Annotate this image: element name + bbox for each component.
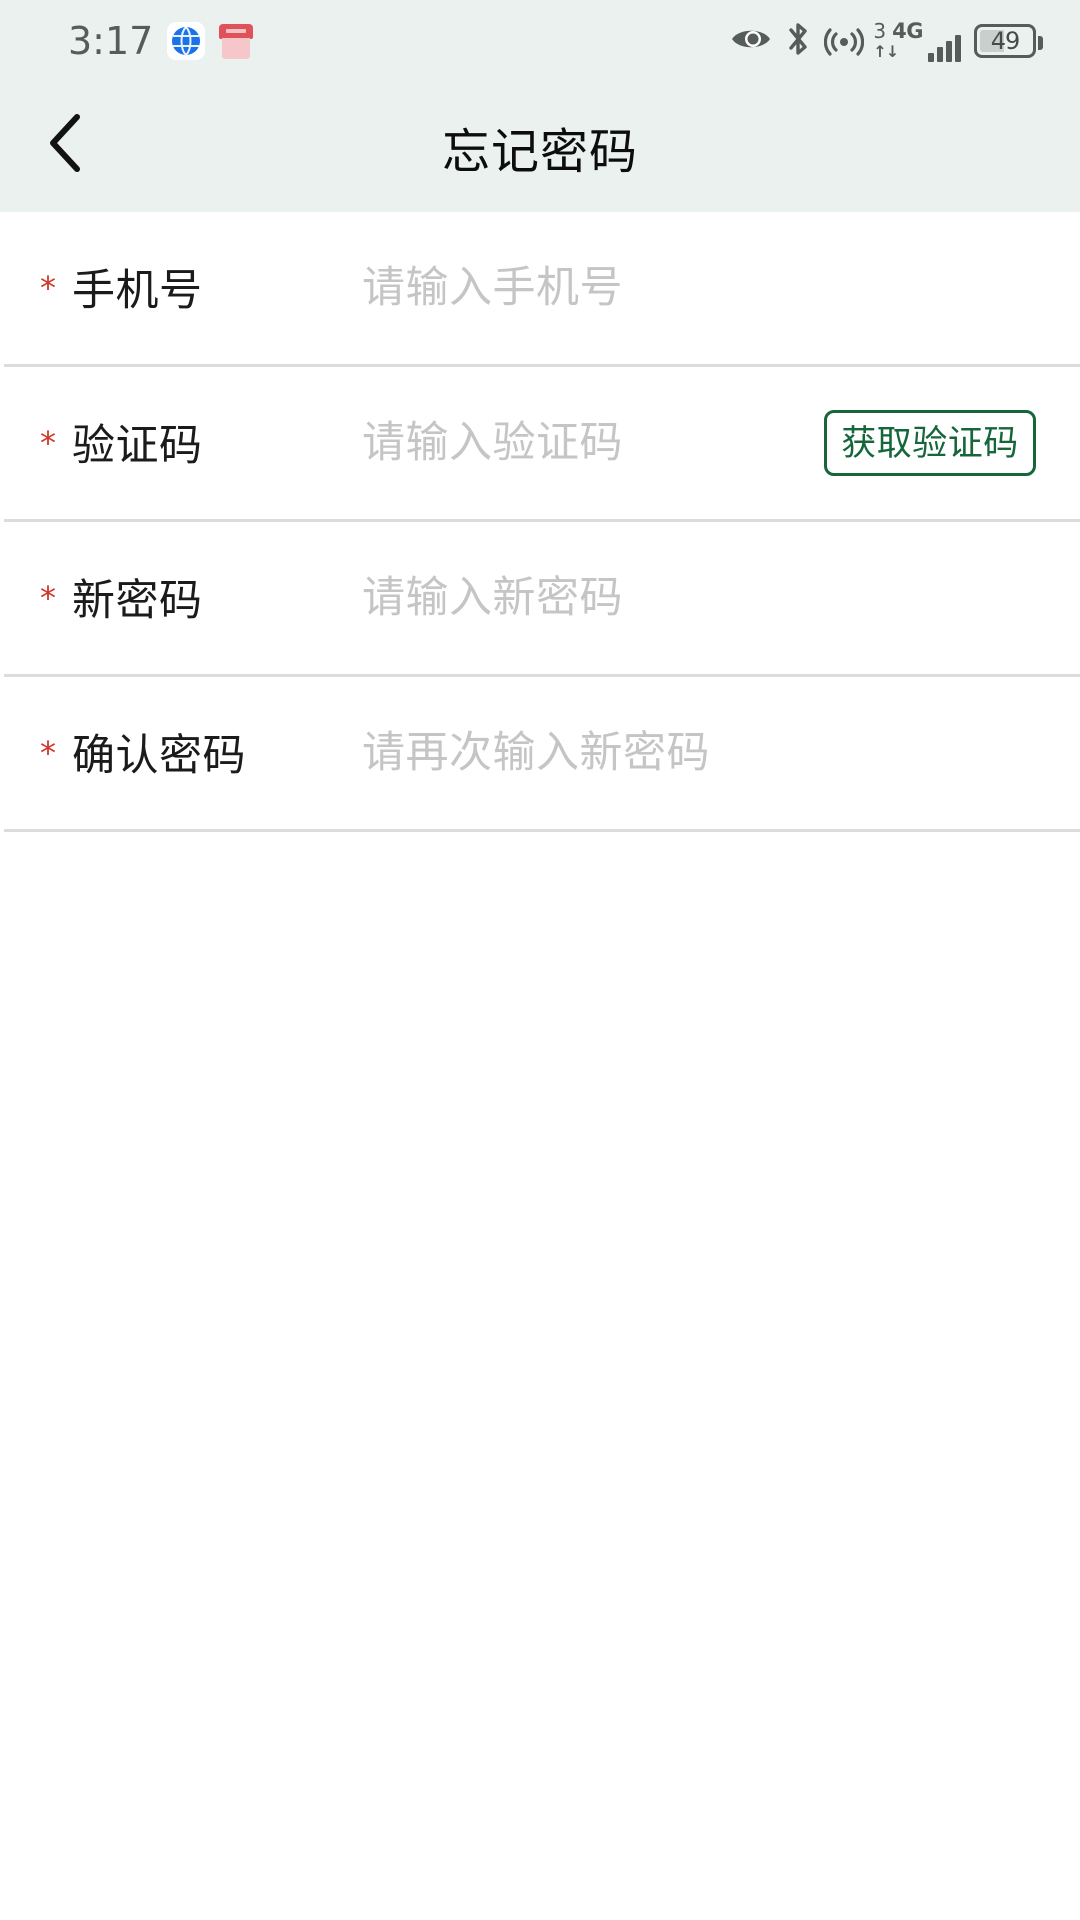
page-title: 忘记密码: [441, 126, 638, 179]
battery-icon: 49: [974, 24, 1043, 58]
back-button[interactable]: [14, 90, 118, 200]
get-verification-code-button[interactable]: 获取验证码: [824, 410, 1036, 476]
row-divider: [4, 829, 1080, 832]
label-verification-code: 验证码: [72, 421, 203, 470]
required-marker: *: [40, 734, 56, 772]
network-type-label: 4G: [892, 18, 923, 43]
globe-app-icon: [167, 22, 206, 60]
required-marker: *: [40, 579, 56, 617]
required-marker: *: [40, 424, 56, 462]
required-marker: *: [40, 269, 56, 307]
form-row-verification-code[interactable]: * 验证码 获取验证码: [0, 367, 1080, 519]
hotspot-icon: [824, 20, 865, 63]
red-app-icon: [219, 22, 254, 60]
confirm-password-input[interactable]: [362, 677, 922, 829]
status-bar: 3:17 3 4G ↑↓ 49: [0, 0, 1080, 82]
status-bar-left: 3:17: [68, 19, 254, 63]
status-bar-clock: 3:17: [68, 19, 154, 63]
app-screen: 3:17 3 4G ↑↓ 49 忘记密码 * 手机号 请输入手机号 * 验证码 …: [0, 0, 1080, 1920]
new-password-input[interactable]: [362, 522, 782, 674]
form-row-new-password[interactable]: * 新密码: [0, 522, 1080, 674]
verification-code-input[interactable]: [362, 367, 782, 519]
sim-slot-number: 3: [873, 18, 887, 43]
status-bar-right: 3 4G ↑↓ 49: [730, 18, 1043, 63]
bluetooth-icon: [785, 20, 811, 63]
nav-header: 忘记密码: [0, 82, 1080, 212]
network-status: 3 4G ↑↓: [873, 18, 961, 62]
form-row-confirm-password[interactable]: * 确认密码: [0, 677, 1080, 829]
network-labels: 3 4G ↑↓: [873, 18, 923, 61]
battery-percent-label: 49: [990, 27, 1021, 55]
label-confirm-password: 确认密码: [72, 731, 246, 780]
forgot-password-form: * 手机号 * 验证码 获取验证码 * 新密码 * 确认密码: [0, 212, 1080, 832]
label-new-password: 新密码: [72, 576, 203, 625]
chevron-left-icon: [45, 111, 87, 180]
signal-bars-icon: [928, 32, 961, 62]
phone-input[interactable]: [362, 212, 782, 364]
eye-icon: [730, 24, 772, 59]
label-phone: 手机号: [72, 266, 203, 315]
form-row-phone[interactable]: * 手机号: [0, 212, 1080, 364]
data-transfer-arrows-icon: ↑↓: [873, 41, 899, 61]
